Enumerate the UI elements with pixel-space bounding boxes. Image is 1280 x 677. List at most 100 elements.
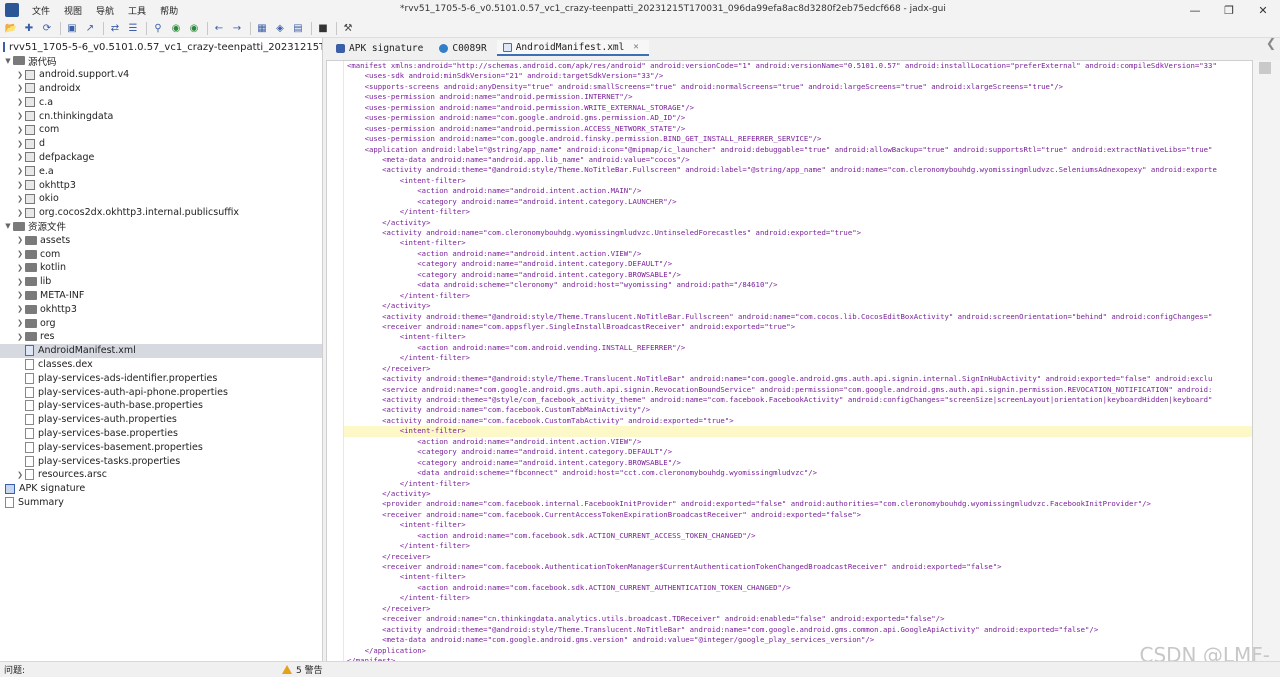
open-icon[interactable]: 📂 [3, 21, 19, 37]
code-line[interactable]: 83 <action android:name="com.android.ven… [344, 343, 1252, 353]
code-line[interactable]: 104 <activity android:name="com.facebook… [344, 405, 1252, 415]
code-line[interactable]: 137 <intent-filter> [344, 520, 1252, 530]
tree-root[interactable]: rvv51_1705-5-6_v0.5101.0.57_vc1_crazy-te… [0, 40, 322, 54]
menu-view[interactable]: 视图 [57, 4, 89, 17]
code-line[interactable]: 105 </activity> [344, 489, 1252, 499]
search-usage-icon[interactable]: ◉ [186, 21, 202, 37]
code-line[interactable]: 12 <supports-screens android:anyDensity=… [344, 82, 1252, 92]
tree-item[interactable]: ❯ okhttp3 [0, 178, 322, 192]
tree-item[interactable]: play-services-auth-base.properties [0, 399, 322, 413]
tab-c0089r[interactable]: C0089R [433, 40, 496, 56]
chevron-right-icon[interactable]: ❯ [15, 236, 25, 244]
menu-tools[interactable]: 工具 [121, 4, 153, 17]
code-area[interactable]: 1<manifest xmlns:android="http://schemas… [344, 61, 1252, 666]
tree-item[interactable]: ❯ lib [0, 275, 322, 289]
chevron-right-icon[interactable]: ❯ [15, 153, 25, 161]
tree-item[interactable]: ❯ res [0, 330, 322, 344]
code-line[interactable]: 23 <uses-permission android:name="com.go… [344, 134, 1252, 144]
code-line[interactable]: 141 </receiver> [344, 604, 1252, 614]
chevron-right-icon[interactable]: ❯ [15, 181, 25, 189]
decompile-icon[interactable]: ▦ [254, 21, 270, 37]
tree-item[interactable]: play-services-ads-identifier.properties [0, 371, 322, 385]
forward-icon[interactable]: → [229, 21, 245, 37]
code-line[interactable]: 144 <intent-filter> [344, 572, 1252, 582]
tree-item[interactable]: ❯ okhttp3 [0, 302, 322, 316]
chevron-right-icon[interactable]: ❯ [15, 140, 25, 148]
tree-item[interactable]: ❯ e.a [0, 164, 322, 178]
refresh-icon[interactable]: ⟳ [39, 21, 55, 37]
tree-item[interactable]: classes.dex [0, 358, 322, 372]
tree-item[interactable]: play-services-auth.properties [0, 413, 322, 427]
tab-apk-signature[interactable]: APK signature [330, 40, 433, 56]
chevron-down-icon[interactable]: ▼ [3, 222, 13, 230]
code-line[interactable]: 134 </receiver> [344, 552, 1252, 562]
code-line[interactable]: 134 <receiver android:name="com.facebook… [344, 510, 1252, 520]
status-warnings[interactable]: 5 警告 [282, 663, 323, 676]
vertical-scrollbar[interactable] [1253, 60, 1280, 669]
code-line[interactable]: 145 <action android:name="com.facebook.s… [344, 583, 1252, 593]
export-icon[interactable]: ↗ [82, 21, 98, 37]
tree-item[interactable]: play-services-auth-api-phone.properties [0, 385, 322, 399]
code-line[interactable]: 63 <category android:name="android.inten… [344, 259, 1252, 269]
code-line[interactable]: 60 </intent-filter> [344, 291, 1252, 301]
back-icon[interactable]: ← [211, 21, 227, 37]
tree-item-summary[interactable]: Summary [0, 496, 322, 510]
tree-item[interactable]: ❯ okio [0, 192, 322, 206]
code-line[interactable]: 113 <category android:name="android.inte… [344, 458, 1252, 468]
code-line[interactable]: 50 <intent-filter> [344, 176, 1252, 186]
tree-item[interactable]: ❯ META-INF [0, 289, 322, 303]
code-line[interactable]: 57 <activity android:name="com.cleronomy… [344, 228, 1252, 238]
code-line[interactable]: 112 <category android:name="android.inte… [344, 447, 1252, 457]
code-line[interactable]: 8 <uses-sdk android:minSdkVersion="21" a… [344, 71, 1252, 81]
code-line[interactable]: 72 <activity android:theme="@android:sty… [344, 312, 1252, 322]
code-line[interactable]: 141 <receiver android:name="com.facebook… [344, 562, 1252, 572]
code-line[interactable]: 61 <action android:name="android.intent.… [344, 249, 1252, 259]
tree-source-section[interactable]: ▼ 源代码 [0, 54, 322, 68]
tree-item[interactable]: ❯ org.cocos2dx.okhttp3.internal.publicsuf… [0, 206, 322, 220]
log-icon[interactable]: ▤ [290, 21, 306, 37]
chevron-right-icon[interactable]: ❯ [15, 333, 25, 341]
code-line[interactable]: 38 <meta-data android:name="android.app.… [344, 155, 1252, 165]
settings-icon[interactable]: ⚒ [340, 21, 356, 37]
tree-item-apk-signature[interactable]: APK signature [0, 482, 322, 496]
code-line[interactable]: 51 <action android:name="android.intent.… [344, 186, 1252, 196]
code-line[interactable]: 42 <activity android:theme="@android:sty… [344, 165, 1252, 175]
chevron-right-icon[interactable]: ❯ [15, 291, 25, 299]
code-line[interactable]: 64 <category android:name="android.inten… [344, 270, 1252, 280]
tree-item[interactable]: ❯ android.support.v4 [0, 68, 322, 82]
chevron-right-icon[interactable]: ❯ [15, 319, 25, 327]
scrollbar-thumb[interactable] [1259, 62, 1271, 74]
chevron-right-icon[interactable]: ❯ [15, 112, 25, 120]
code-line[interactable]: 110 <action android:name="android.intent… [344, 437, 1252, 447]
code-line[interactable]: 76 </receiver> [344, 364, 1252, 374]
code-line[interactable]: 115 <data android:scheme="fbconnect" and… [344, 468, 1252, 478]
code-line[interactable]: 158 <meta-data android:name="com.google.… [344, 635, 1252, 645]
tree-item[interactable]: ❯ d [0, 137, 322, 151]
search-class-icon[interactable]: ◉ [168, 21, 184, 37]
sync-icon[interactable]: ⇄ [107, 21, 123, 37]
code-line[interactable]: 153 <activity android:theme="@android:st… [344, 625, 1252, 635]
code-line[interactable]: 109 </intent-filter> [344, 479, 1252, 489]
chevron-right-icon[interactable]: ❯ [15, 471, 25, 479]
tree-item-androidmanifest[interactable]: AndroidManifest.xml [0, 343, 322, 358]
tree-item[interactable]: play-services-base.properties [0, 427, 322, 441]
code-line[interactable]: 105 <activity android:name="com.facebook… [344, 416, 1252, 426]
code-line[interactable]: 138 <action android:name="com.facebook.s… [344, 531, 1252, 541]
code-line[interactable]: 19 <uses-permission android:name="androi… [344, 92, 1252, 102]
restore-icon[interactable]: ❐ [1212, 0, 1246, 20]
project-tree[interactable]: rvv51_1705-5-6_v0.5101.0.57_vc1_crazy-te… [0, 38, 323, 661]
code-line[interactable]: 87 <activity android:theme="@android:sty… [344, 374, 1252, 384]
menu-file[interactable]: 文件 [25, 4, 57, 17]
code-line[interactable]: 20 <uses-permission android:name="androi… [344, 103, 1252, 113]
tree-item[interactable]: ❯ org [0, 316, 322, 330]
code-line[interactable]: 42 </activity> [344, 218, 1252, 228]
code-line[interactable]: 60 <intent-filter> [344, 238, 1252, 248]
menu-navigation[interactable]: 导航 [89, 4, 121, 17]
code-line[interactable]: 22 <uses-permission android:name="androi… [344, 124, 1252, 134]
chevron-right-icon[interactable]: ❯ [15, 195, 25, 203]
chevron-right-icon[interactable]: ❯ [15, 305, 25, 313]
code-line[interactable]: 52 <category android:name="android.inten… [344, 197, 1252, 207]
tab-androidmanifest[interactable]: AndroidManifest.xml ✕ [496, 40, 649, 56]
chevron-down-icon[interactable]: ▼ [3, 57, 13, 65]
code-editor[interactable]: 1<manifest xmlns:android="http://schemas… [326, 60, 1253, 669]
